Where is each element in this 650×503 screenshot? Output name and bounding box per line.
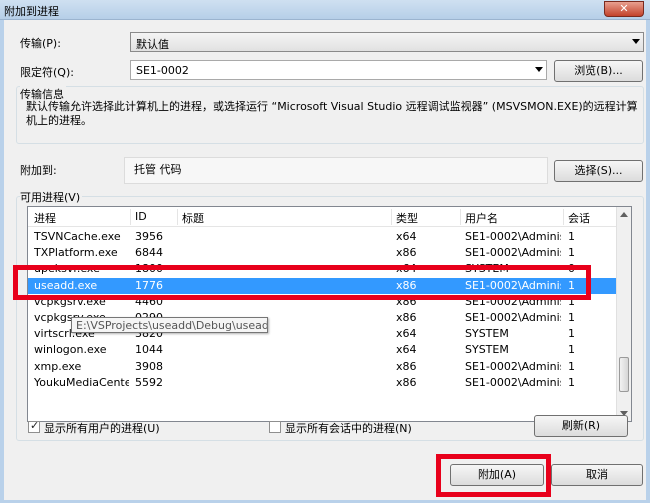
process-name-cell: YoukuMediaCenter... bbox=[34, 375, 129, 389]
process-type-cell: x86 bbox=[396, 246, 417, 260]
available-processes-label: 可用进程(V) bbox=[20, 189, 83, 205]
process-user-cell: SE1-0002\Administ... bbox=[465, 230, 561, 243]
process-path-tooltip: E:\VSProjects\useadd\Debug\useadd.exe bbox=[71, 317, 268, 333]
process-session-cell: 1 bbox=[568, 230, 575, 243]
process-type-cell: x64 bbox=[396, 230, 417, 243]
attach-to-process-dialog: 传输(P): 默认值 限定符(Q): SE1-0002 浏览(B)... 传输信… bbox=[4, 20, 646, 500]
scroll-up-icon[interactable] bbox=[620, 212, 628, 217]
column-divider[interactable] bbox=[563, 209, 564, 225]
qualifier-label: 限定符(Q): bbox=[20, 66, 74, 79]
table-row[interactable]: winlogon.exe 1044 x64 SYSTEM 1 bbox=[28, 342, 618, 358]
dropdown-arrow-icon bbox=[535, 67, 543, 72]
process-type-cell: x64 bbox=[396, 327, 417, 341]
process-id-cell: 6844 bbox=[135, 246, 163, 260]
column-type[interactable]: 类型 bbox=[396, 210, 418, 226]
qualifier-value: SE1-0002 bbox=[136, 64, 189, 77]
column-divider[interactable] bbox=[177, 209, 178, 225]
refresh-button[interactable]: 刷新(R) bbox=[534, 415, 628, 437]
process-session-cell: 1 bbox=[568, 311, 575, 324]
process-id-cell: 3908 bbox=[135, 359, 163, 373]
table-row[interactable]: TXPlatform.exe 6844 x86 SE1-0002\Administ..… bbox=[28, 245, 618, 261]
process-type-cell: x86 bbox=[396, 311, 417, 324]
browse-button[interactable]: 浏览(B)... bbox=[554, 60, 643, 82]
window-title: 附加到进程 bbox=[4, 5, 59, 18]
column-divider[interactable] bbox=[130, 209, 131, 225]
process-user-cell: SYSTEM bbox=[465, 327, 509, 341]
process-type-cell: x64 bbox=[396, 343, 417, 357]
process-list-header: 进程 ID 标题 类型 用户名 会话 bbox=[28, 207, 618, 227]
table-row[interactable]: TSVNCache.exe 3956 x64 SE1-0002\Administ...… bbox=[28, 229, 618, 245]
process-id-cell: 5592 bbox=[135, 375, 163, 389]
process-type-cell: x86 bbox=[396, 359, 417, 373]
process-name-cell: TXPlatform.exe bbox=[34, 246, 118, 260]
qualifier-input[interactable]: SE1-0002 bbox=[130, 60, 547, 80]
column-session[interactable]: 会话 bbox=[568, 210, 590, 226]
process-name-cell: TSVNCache.exe bbox=[34, 230, 121, 243]
column-divider[interactable] bbox=[391, 209, 392, 225]
process-id-cell: 1044 bbox=[135, 343, 163, 357]
show-all-sessions-checkbox[interactable]: ✓ bbox=[269, 421, 281, 433]
select-code-type-button[interactable]: 选择(S)... bbox=[554, 160, 643, 182]
cancel-button[interactable]: 取消 bbox=[551, 464, 643, 486]
process-session-cell: 1 bbox=[568, 343, 575, 357]
checkmark-icon: ✓ bbox=[30, 419, 40, 432]
process-list-scrollbar[interactable] bbox=[616, 207, 631, 421]
process-user-cell: SE1-0002\Administ... bbox=[465, 375, 561, 389]
show-all-sessions-label[interactable]: 显示所有会话中的进程(N) bbox=[285, 420, 412, 436]
selected-row-highlight bbox=[13, 265, 591, 300]
process-session-cell: 1 bbox=[568, 246, 575, 260]
transport-value: 默认值 bbox=[136, 38, 169, 51]
process-user-cell: SYSTEM bbox=[465, 343, 509, 357]
dropdown-arrow-icon bbox=[632, 39, 640, 44]
show-all-users-checkbox[interactable]: ✓ bbox=[28, 419, 40, 433]
column-process[interactable]: 进程 bbox=[34, 210, 56, 226]
process-id-cell: 3956 bbox=[135, 230, 163, 243]
column-title[interactable]: 标题 bbox=[182, 210, 204, 226]
attach-button-highlight bbox=[436, 454, 551, 497]
process-name-cell: winlogon.exe bbox=[34, 343, 107, 357]
process-user-cell: SE1-0002\Administ... bbox=[465, 359, 561, 373]
attach-to-label: 附加到: bbox=[20, 164, 57, 177]
process-session-cell: 1 bbox=[568, 375, 575, 389]
scrollbar-thumb[interactable] bbox=[619, 357, 629, 392]
process-type-cell: x86 bbox=[396, 375, 417, 389]
title-bar: 附加到进程 ✕ bbox=[0, 0, 650, 20]
transport-label: 传输(P): bbox=[20, 37, 61, 50]
process-session-cell: 1 bbox=[568, 327, 575, 341]
close-icon: ✕ bbox=[619, 2, 629, 15]
process-user-cell: SE1-0002\Administ... bbox=[465, 311, 561, 324]
attach-to-value: 托管 代码 bbox=[134, 163, 182, 176]
process-name-cell: xmp.exe bbox=[34, 359, 82, 373]
process-session-cell: 1 bbox=[568, 359, 575, 373]
transport-select[interactable]: 默认值 bbox=[130, 32, 644, 52]
close-button[interactable]: ✕ bbox=[604, 1, 644, 17]
column-divider[interactable] bbox=[460, 209, 461, 225]
column-user[interactable]: 用户名 bbox=[465, 210, 498, 226]
process-list[interactable]: 进程 ID 标题 类型 用户名 会话 TSVNCache.exe 3956 x64 S… bbox=[27, 206, 632, 422]
process-user-cell: SE1-0002\Administ... bbox=[465, 246, 561, 260]
show-all-users-label[interactable]: 显示所有用户的进程(U) bbox=[44, 420, 160, 436]
table-row[interactable]: xmp.exe 3908 x86 SE1-0002\Administ... 1 bbox=[28, 359, 618, 375]
attach-to-field: 托管 代码 bbox=[124, 157, 548, 184]
column-id[interactable]: ID bbox=[135, 210, 147, 223]
table-row[interactable]: YoukuMediaCenter... 5592 x86 SE1-0002\Admin… bbox=[28, 375, 618, 391]
transport-info-text: 默认传输允许选择此计算机上的进程，或选择运行 “Microsoft Visual… bbox=[26, 100, 638, 127]
